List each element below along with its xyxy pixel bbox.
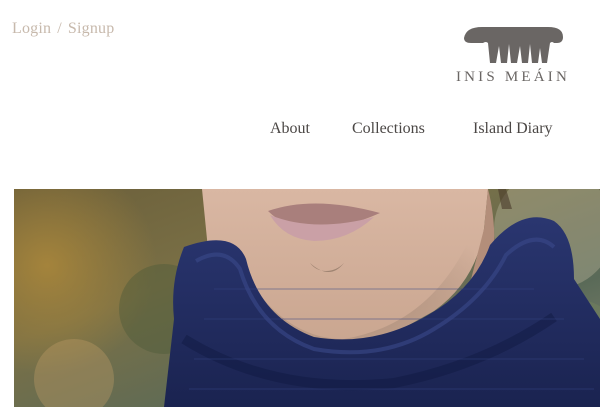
nav-item-collections[interactable]: Collections — [352, 120, 425, 138]
auth-separator: / — [57, 20, 62, 37]
nav-item-about[interactable]: About — [270, 120, 310, 138]
brand-logo[interactable]: INIS MEÁIN — [448, 24, 578, 88]
hero-image — [14, 189, 600, 407]
auth-links: Login / Signup — [12, 20, 114, 38]
hero-photo — [14, 189, 600, 407]
signup-link[interactable]: Signup — [68, 20, 115, 37]
login-link[interactable]: Login — [12, 20, 51, 37]
standing-stones-logo-icon — [464, 27, 563, 63]
brand-wordmark: INIS MEÁIN — [455, 69, 571, 85]
nav-item-island-diary[interactable]: Island Diary — [473, 120, 553, 138]
main-nav: About Collections Island Diary — [0, 120, 600, 142]
